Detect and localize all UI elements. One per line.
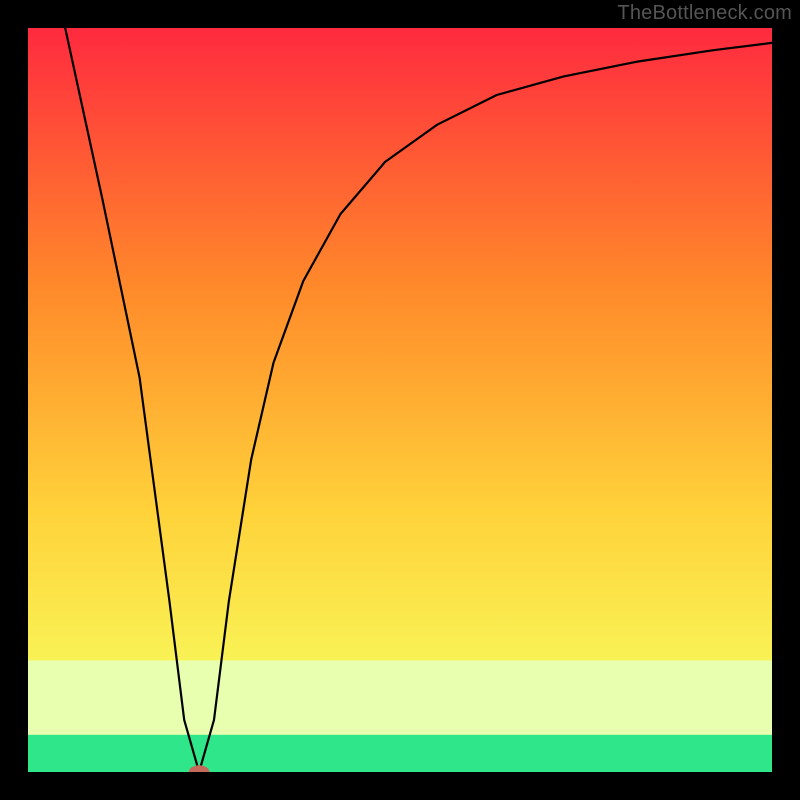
chart-container: TheBottleneck.com <box>0 0 800 800</box>
green-band <box>28 735 772 772</box>
plot-area <box>28 28 772 772</box>
plot-svg <box>28 28 772 772</box>
watermark-text: TheBottleneck.com <box>617 2 792 25</box>
